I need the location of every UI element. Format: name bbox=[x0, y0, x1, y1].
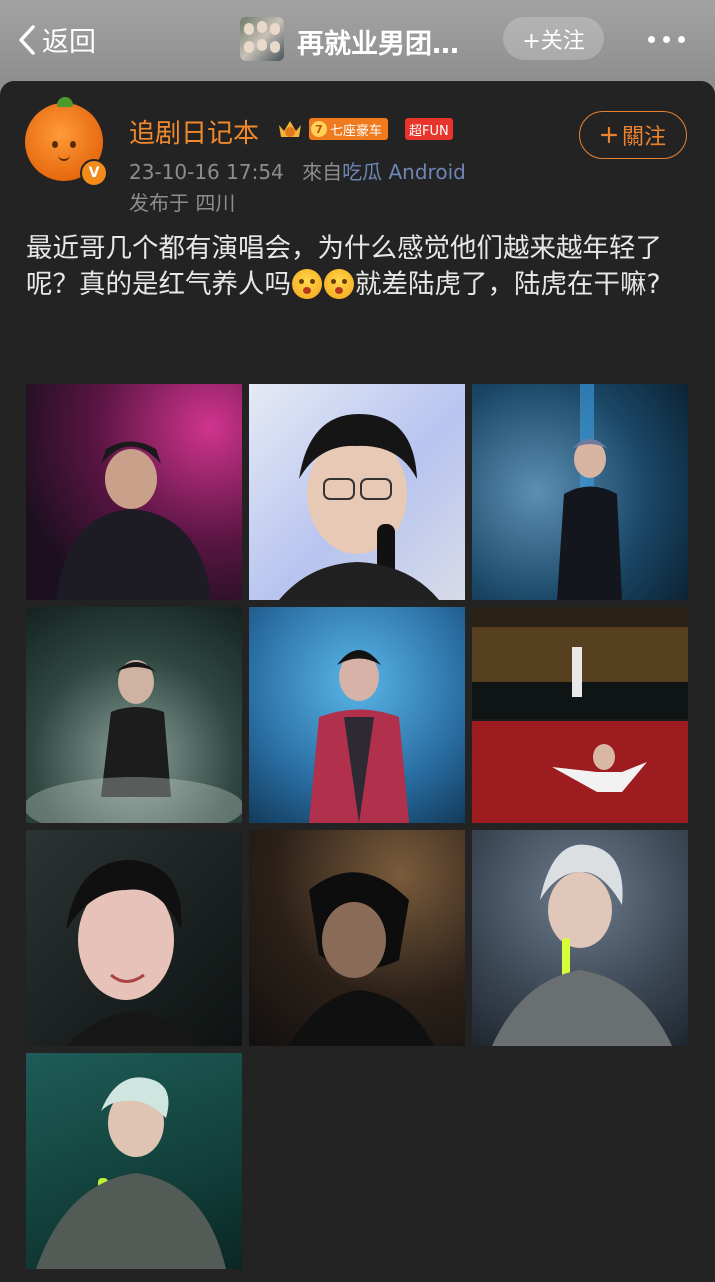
source-prefix: 來自 bbox=[302, 160, 343, 184]
post-meta: 23-10-16 17:54 來自吃瓜 Android bbox=[129, 156, 466, 185]
post-location: 发布于 四川 bbox=[129, 191, 236, 215]
post-text: 最近哥几个都有演唱会，为什么感觉他们越来越年轻了呢？真的是红气养人吗 就差陆虎了，… bbox=[26, 231, 696, 303]
plus-icon bbox=[600, 126, 618, 144]
more-options-icon[interactable] bbox=[648, 36, 685, 43]
level-number: 7 bbox=[311, 121, 327, 137]
follow-user-label: 關注 bbox=[621, 125, 666, 150]
group-avatar[interactable] bbox=[240, 17, 284, 61]
photo-9[interactable] bbox=[472, 830, 688, 1046]
chevron-left-icon bbox=[19, 24, 35, 55]
photo-2[interactable] bbox=[249, 384, 465, 600]
crown-icon bbox=[279, 121, 301, 137]
fun-badge: 超FUN bbox=[405, 118, 453, 140]
photo-10[interactable] bbox=[26, 1053, 242, 1269]
photo-7[interactable] bbox=[26, 830, 242, 1046]
follow-group-button[interactable]: +关注 bbox=[503, 17, 604, 60]
back-button[interactable]: 返回 bbox=[18, 20, 96, 59]
photo-3[interactable] bbox=[472, 384, 688, 600]
level-label: 七座豪车 bbox=[330, 123, 383, 139]
smiling-face-icon bbox=[292, 269, 322, 299]
follow-user-button[interactable]: 關注 bbox=[579, 111, 687, 159]
group-title[interactable]: 再就业男团… bbox=[297, 22, 459, 61]
back-label: 返回 bbox=[42, 27, 96, 58]
photo-1[interactable] bbox=[26, 384, 242, 600]
post-text-part2: 就差陆虎了，陆虎在干嘛? bbox=[355, 269, 661, 300]
top-nav-bar: 返回 再就业男团… +关注 bbox=[0, 0, 715, 80]
post-time: 23-10-16 17:54 bbox=[129, 160, 284, 184]
username[interactable]: 追剧日记本 bbox=[129, 113, 259, 150]
source-link[interactable]: 吃瓜 Android bbox=[342, 160, 466, 184]
photo-5[interactable] bbox=[249, 607, 465, 823]
verified-badge: V bbox=[80, 159, 108, 187]
photo-4[interactable] bbox=[26, 607, 242, 823]
photo-8[interactable] bbox=[249, 830, 465, 1046]
smiling-face-icon bbox=[324, 269, 354, 299]
level-badge: 7 七座豪车 bbox=[309, 118, 389, 140]
photo-6[interactable] bbox=[472, 607, 688, 823]
post-card: V 追剧日记本 7 七座豪车 超FUN 23-10-16 17:54 來自吃瓜 … bbox=[0, 81, 715, 1282]
